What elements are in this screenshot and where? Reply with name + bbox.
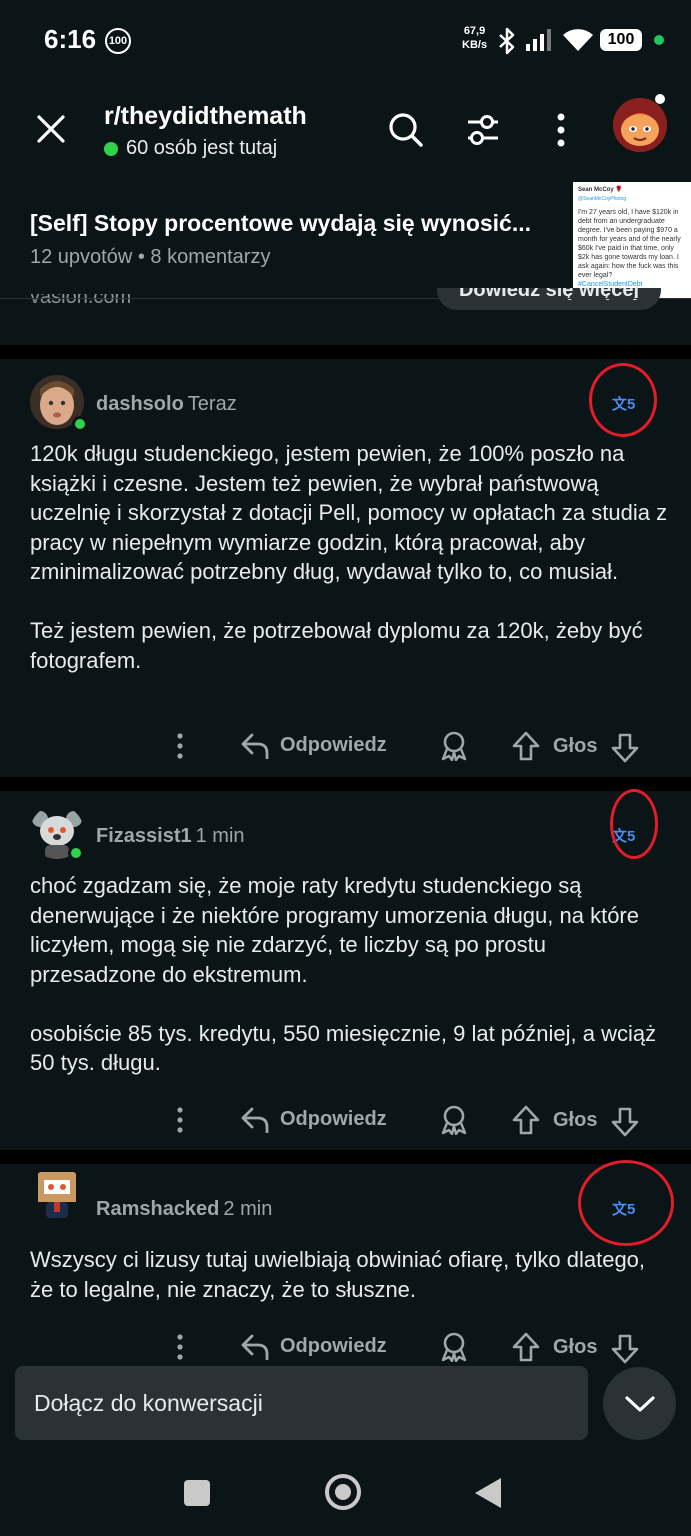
downvote-icon[interactable] (611, 1107, 639, 1137)
comment-body: choć zgadzam się, że moje raty kredytu s… (30, 873, 657, 1075)
subreddit-name[interactable]: r/theydidthemath (104, 102, 307, 131)
back-icon[interactable] (475, 1478, 501, 1508)
notification-dot (655, 94, 665, 104)
system-nav-bar (0, 1450, 691, 1536)
comment-body: Wszyscy ci lizusy tutaj uwielbiają obwin… (30, 1247, 646, 1302)
upvote-icon[interactable] (512, 731, 540, 761)
more-options-icon[interactable] (550, 112, 572, 148)
scroll-down-button[interactable] (603, 1367, 676, 1440)
online-dot-icon (104, 141, 118, 156)
red-annotation-circle (610, 789, 658, 859)
clock: 6:16 (44, 24, 97, 54)
post-summary[interactable]: [Self] Stopy procentowe wydają się wynos… (0, 180, 691, 310)
more-options-icon[interactable] (170, 1107, 190, 1135)
vote-label: Głos (553, 1336, 598, 1358)
snoo-boxhead-avatar-icon (30, 1166, 84, 1220)
reply-icon (241, 733, 269, 759)
more-options-icon[interactable] (170, 733, 190, 761)
app-header: r/theydidthemath 60 osób jest tutaj (0, 80, 691, 180)
privacy-indicator-dot (654, 35, 664, 45)
section-separator (0, 345, 691, 359)
post-meta: 12 upvotów • 8 komentarzy (30, 246, 271, 268)
upvote-icon[interactable] (512, 1332, 540, 1362)
red-annotation-circle (589, 363, 657, 437)
close-icon[interactable] (36, 114, 66, 144)
network-speed: 67,9 KB/s (462, 25, 488, 51)
reply-button[interactable]: Odpowiedz (240, 1332, 387, 1360)
comment: Ramshacked 2 min 文5 Wszyscy ci lizusy tut… (0, 1160, 691, 1364)
comment: dashsolo Teraz 文5 120k długu studenckiego… (0, 359, 691, 777)
red-annotation-circle (578, 1160, 674, 1246)
more-options-icon[interactable] (170, 1334, 190, 1362)
online-status-dot (72, 416, 88, 432)
comment-actions: Odpowiedz Głos (0, 1101, 691, 1141)
status-bar: 6:16 100 67,9 KB/s 100 (0, 0, 691, 80)
home-icon[interactable] (325, 1474, 361, 1510)
battery-icon: 100 (600, 29, 642, 51)
search-icon[interactable] (388, 112, 424, 148)
post-thumbnail[interactable]: Sean McCoy 🌹 @SeanMcCoyPhotog I'm 27 yea… (573, 182, 691, 298)
award-icon[interactable] (440, 731, 468, 761)
wifi-icon (563, 29, 593, 51)
post-title[interactable]: [Self] Stopy procentowe wydają się wynos… (30, 210, 560, 237)
reply-icon (241, 1107, 269, 1133)
chevron-down-icon (624, 1395, 655, 1412)
comment-actions: Odpowiedz Głos (0, 727, 691, 767)
recent-apps-icon[interactable] (184, 1480, 210, 1506)
sort-filter-icon[interactable] (466, 112, 500, 148)
online-count: 60 osób jest tutaj (104, 137, 277, 160)
section-separator (0, 777, 691, 791)
join-conversation-input[interactable]: Dołącz do konwersacji (15, 1366, 588, 1440)
divider (0, 298, 691, 299)
vote-label: Głos (553, 1109, 598, 1131)
online-status-dot (68, 845, 84, 861)
downvote-icon[interactable] (611, 1334, 639, 1364)
reply-button[interactable]: Odpowiedz (240, 731, 387, 759)
comment-author[interactable]: Fizassist1 1 min (96, 825, 245, 848)
comment: Fizassist1 1 min 文5 choć zgadzam się, że … (0, 789, 691, 1150)
comment-actions: Odpowiedz Głos (0, 1328, 691, 1368)
comment-author[interactable]: Ramshacked 2 min (96, 1198, 272, 1221)
user-avatar[interactable] (613, 98, 667, 152)
award-icon[interactable] (440, 1332, 468, 1362)
upvote-icon[interactable] (512, 1105, 540, 1135)
comment-body: 120k długu studenckiego, jestem pewien, … (30, 441, 668, 673)
comment-author[interactable]: dashsolo Teraz (96, 393, 237, 416)
downvote-icon[interactable] (611, 733, 639, 763)
award-icon[interactable] (440, 1105, 468, 1135)
bluetooth-icon (499, 27, 515, 55)
reply-icon (241, 1334, 269, 1360)
signal-icon (526, 29, 551, 51)
snoo-avatar-icon (613, 98, 667, 152)
reply-button[interactable]: Odpowiedz (240, 1105, 387, 1133)
vote-label: Głos (553, 735, 598, 757)
notification-count-icon: 100 (105, 28, 131, 54)
avatar[interactable] (30, 1166, 84, 1220)
section-separator (0, 1150, 691, 1164)
